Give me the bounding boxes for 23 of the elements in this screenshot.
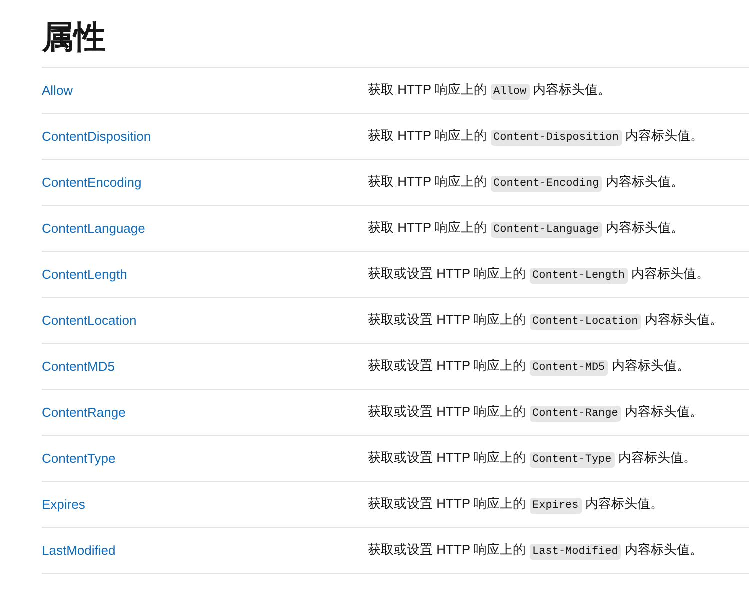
property-link[interactable]: ContentLanguage <box>42 220 146 236</box>
property-link[interactable]: Allow <box>42 82 74 98</box>
property-description: 获取或设置 HTTP 响应上的 Content-MD5 内容标头值。 <box>368 357 690 377</box>
property-link[interactable]: ContentRange <box>42 404 126 420</box>
property-link[interactable]: ContentMD5 <box>42 358 115 374</box>
property-description: 获取 HTTP 响应上的 Content-Encoding 内容标头值。 <box>368 173 684 193</box>
property-description: 获取或设置 HTTP 响应上的 Last-Modified 内容标头值。 <box>368 541 703 561</box>
property-description: 获取或设置 HTTP 响应上的 Content-Type 内容标头值。 <box>368 449 696 469</box>
property-link[interactable]: ContentLocation <box>42 312 137 328</box>
property-description: 获取 HTTP 响应上的 Content-Disposition 内容标头值。 <box>368 127 704 147</box>
property-description: 获取 HTTP 响应上的 Content-Language 内容标头值。 <box>368 219 684 239</box>
property-link[interactable]: ContentLength <box>42 266 128 282</box>
property-link[interactable]: Expires <box>42 496 86 512</box>
property-description: 获取或设置 HTTP 响应上的 Content-Length 内容标头值。 <box>368 265 710 285</box>
property-description: 获取或设置 HTTP 响应上的 Expires 内容标头值。 <box>368 495 664 515</box>
property-link[interactable]: ContentEncoding <box>42 174 142 190</box>
property-description: 获取 HTTP 响应上的 Allow 内容标头值。 <box>368 81 612 101</box>
property-link[interactable]: ContentDisposition <box>42 128 152 144</box>
property-description: 获取或设置 HTTP 响应上的 Content-Range 内容标头值。 <box>368 403 703 423</box>
property-link[interactable]: LastModified <box>42 542 116 558</box>
section-heading: 属性 <box>42 18 106 57</box>
property-description: 获取或设置 HTTP 响应上的 Content-Location 内容标头值。 <box>368 311 723 331</box>
property-link[interactable]: ContentType <box>42 450 116 466</box>
